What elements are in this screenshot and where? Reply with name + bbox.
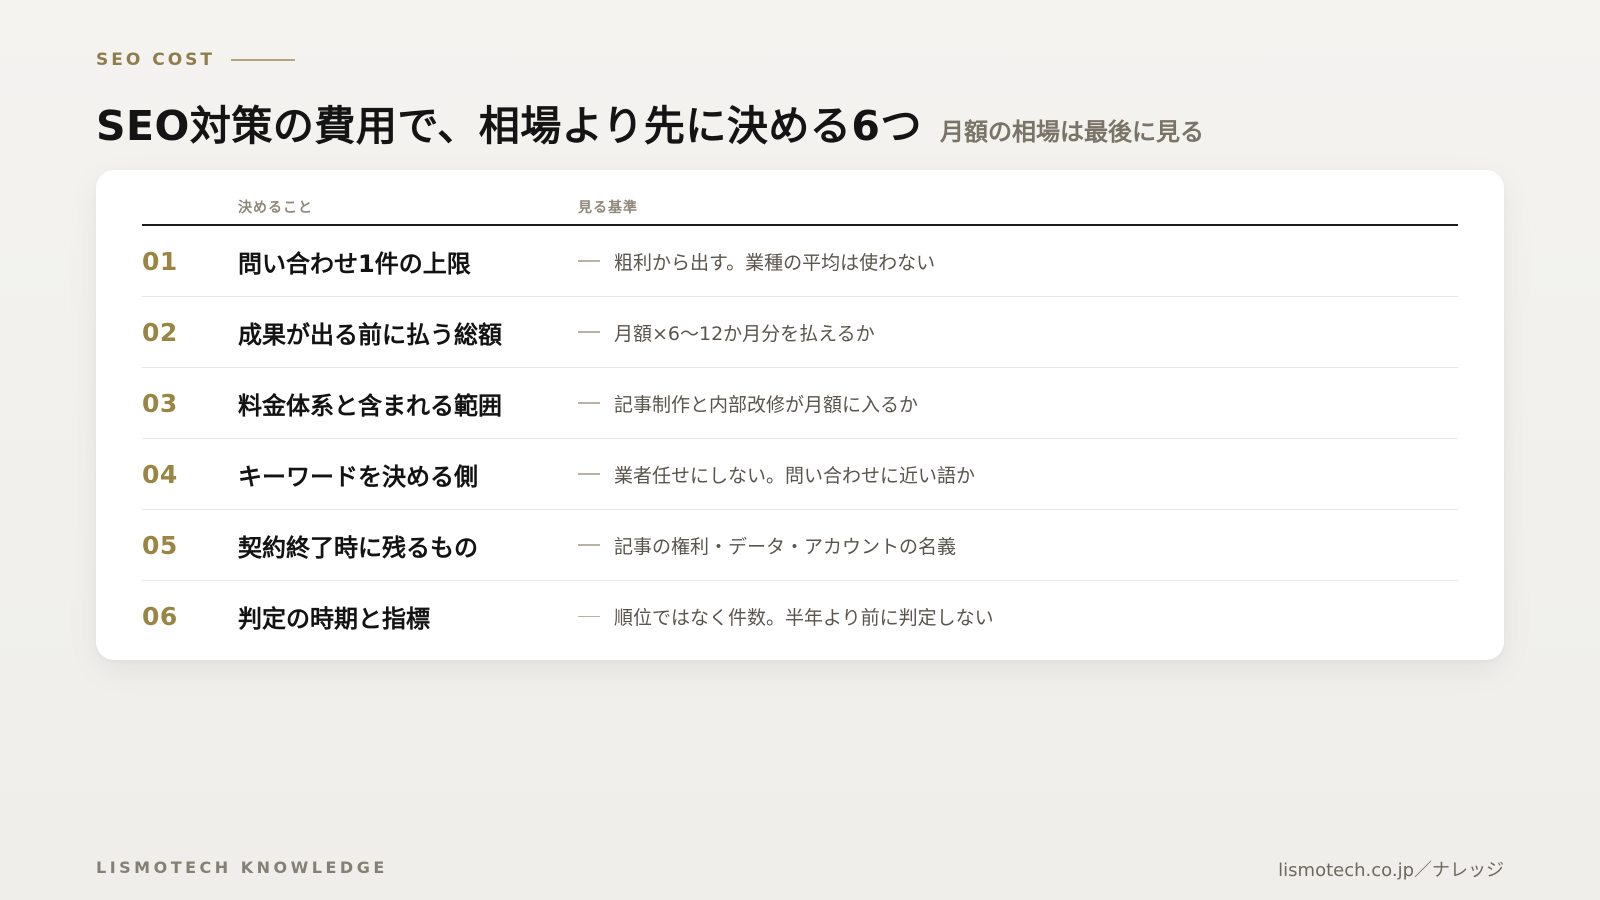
table-row: 02 成果が出る前に払う総額 月額×6〜12か月分を払えるか (142, 297, 1458, 368)
row-criteria-cell: 業者任せにしない。問い合わせに近い語か (578, 461, 1458, 488)
table-header: 決めること 見る基準 (142, 190, 1458, 226)
page-subtitle: 月額の相場は最後に見る (939, 118, 1204, 146)
row-criteria: 月額×6〜12か月分を払えるか (614, 322, 875, 345)
eyebrow-divider (231, 59, 295, 61)
dash-divider (578, 615, 600, 618)
header-criteria: 見る基準 (578, 200, 638, 216)
header-item: 決めること (238, 200, 313, 216)
row-criteria: 記事の権利・データ・アカウントの名義 (614, 535, 957, 558)
dash-divider (578, 544, 600, 546)
table-row: 03 料金体系と含まれる範囲 記事制作と内部改修が月額に入るか (142, 368, 1458, 439)
row-item: 契約終了時に残るもの (238, 533, 478, 562)
page-title: SEO対策の費用で、相場より先に決める6つ (96, 102, 922, 150)
row-item: 成果が出る前に払う総額 (238, 320, 502, 349)
decision-table: 決めること 見る基準 01 問い合わせ1件の上限 粗利から出す。業種の平均は使わ… (142, 190, 1458, 652)
table-row: 04 キーワードを決める側 業者任せにしない。問い合わせに近い語か (142, 439, 1458, 510)
table-row: 06 判定の時期と指標 順位ではなく件数。半年より前に判定しない (142, 581, 1458, 652)
row-criteria: 記事制作と内部改修が月額に入るか (614, 393, 919, 416)
decision-card: 決めること 見る基準 01 問い合わせ1件の上限 粗利から出す。業種の平均は使わ… (96, 170, 1504, 660)
row-item: 料金体系と含まれる範囲 (238, 391, 502, 420)
row-number: 01 (142, 246, 178, 276)
row-criteria-cell: 粗利から出す。業種の平均は使わない (578, 248, 1458, 275)
row-item: キーワードを決める側 (238, 462, 478, 491)
row-number: 02 (142, 317, 178, 347)
row-item: 問い合わせ1件の上限 (238, 249, 471, 278)
dash-divider (578, 331, 600, 333)
row-criteria: 順位ではなく件数。半年より前に判定しない (614, 607, 994, 629)
row-criteria: 業者任せにしない。問い合わせに近い語か (614, 464, 976, 487)
table-row: 05 契約終了時に残るもの 記事の権利・データ・アカウントの名義 (142, 510, 1458, 581)
dash-divider (578, 473, 600, 475)
title-row: SEO対策の費用で、相場より先に決める6つ 月額の相場は最後に見る (96, 92, 1204, 152)
table-row: 01 問い合わせ1件の上限 粗利から出す。業種の平均は使わない (142, 226, 1458, 297)
row-number: 06 (142, 602, 178, 631)
row-item: 判定の時期と指標 (238, 605, 430, 633)
row-criteria-cell: 月額×6〜12か月分を払えるか (578, 319, 1458, 346)
eyebrow: SEO COST (96, 50, 295, 70)
slide: SEO COST SEO対策の費用で、相場より先に決める6つ 月額の相場は最後に… (0, 0, 1600, 900)
row-criteria: 粗利から出す。業種の平均は使わない (614, 251, 936, 274)
dash-divider (578, 402, 600, 404)
row-criteria-cell: 順位ではなく件数。半年より前に判定しない (578, 603, 1458, 630)
row-criteria-cell: 記事の権利・データ・アカウントの名義 (578, 532, 1458, 559)
footer-brand: LISMOTECH KNOWLEDGE (96, 858, 388, 877)
dash-divider (578, 260, 600, 262)
row-criteria-cell: 記事制作と内部改修が月額に入るか (578, 390, 1458, 417)
row-number: 05 (142, 530, 178, 560)
row-number: 04 (142, 459, 178, 489)
row-number: 03 (142, 388, 178, 418)
eyebrow-label: SEO COST (96, 50, 215, 70)
footer-url: lismotech.co.jp／ナレッジ (1278, 860, 1504, 881)
